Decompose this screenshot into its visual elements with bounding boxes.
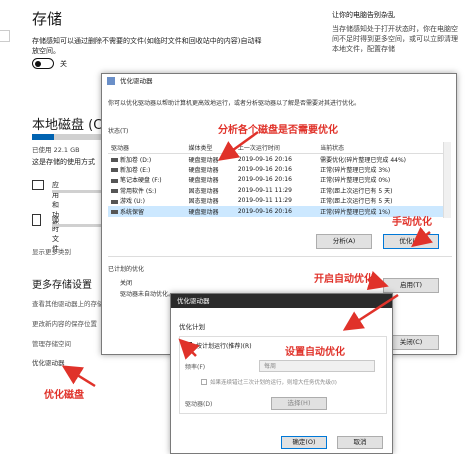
note-schedule: 设置自动优化 bbox=[285, 347, 345, 358]
arrow-manual bbox=[411, 226, 433, 248]
note-manual: 手动优化 bbox=[392, 217, 432, 228]
arrow-optimize-disk bbox=[61, 365, 96, 388]
note-optimize-disk: 优化磁盘 bbox=[44, 390, 84, 401]
arrow-schedule bbox=[178, 338, 200, 360]
note-auto: 开启自动优化 bbox=[314, 274, 374, 285]
arrow-auto-to-dialog bbox=[342, 293, 399, 331]
note-analyze: 分析各个磁盘是否需要优化 bbox=[218, 125, 338, 136]
